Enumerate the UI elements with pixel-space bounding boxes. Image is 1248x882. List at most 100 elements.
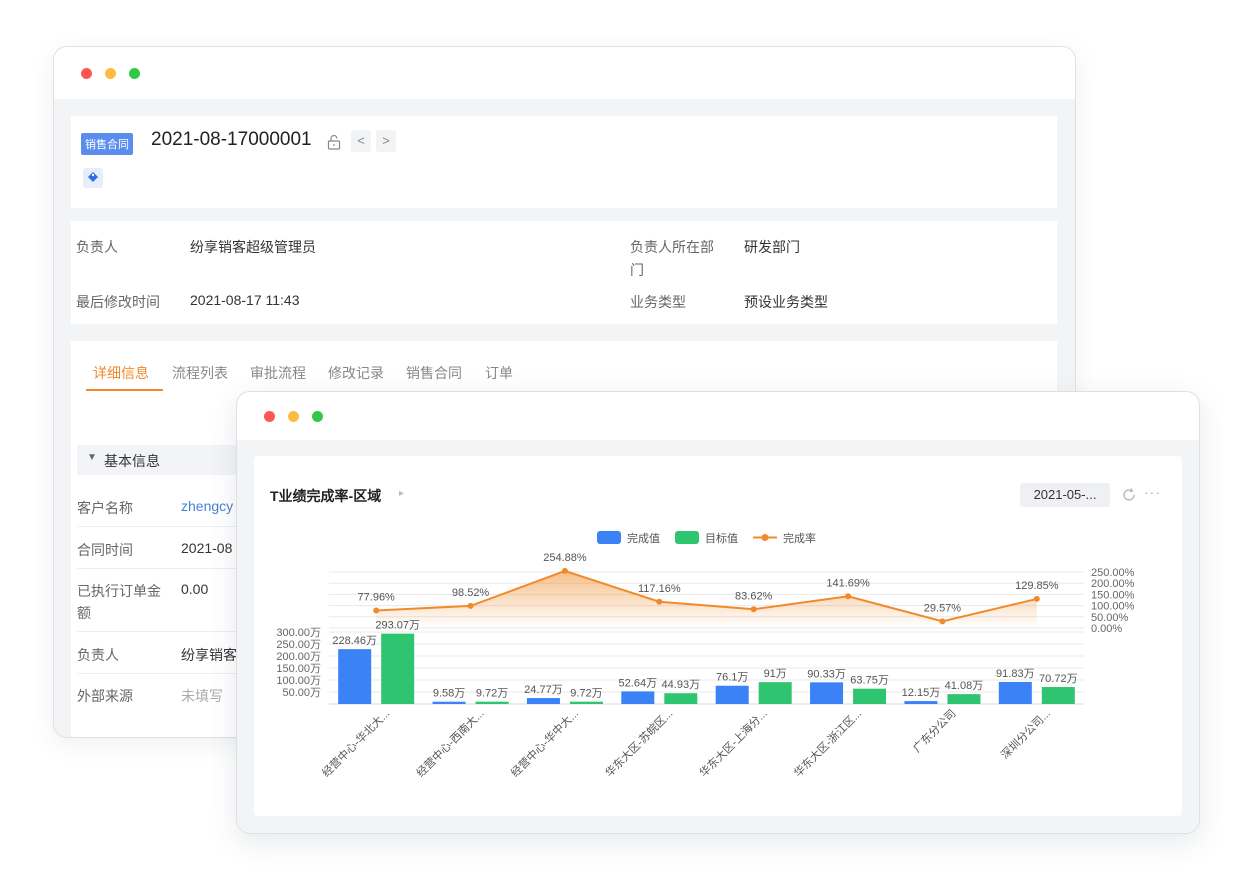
contract-time-value: 2021-08 (181, 540, 233, 556)
y-right-tick-label: 0.00% (1091, 623, 1122, 635)
y-left-tick-label: 100.00万 (276, 675, 321, 687)
prev-record-button[interactable]: < (351, 130, 371, 152)
row-divider (77, 673, 247, 674)
collapse-icon[interactable]: ▼ (87, 452, 97, 463)
rate-data-label: 254.88% (543, 552, 587, 564)
rate-data-label: 77.96% (358, 592, 396, 604)
legend-label: 完成值 (627, 531, 660, 545)
customer-name-label: 客户名称 (77, 500, 133, 516)
y-right-tick-label: 250.00% (1091, 567, 1135, 579)
legend-line-marker (761, 534, 769, 541)
performance-chart: 完成值 目标值 完成率250.00%200.00%150.00%100.00%50.… (276, 531, 1135, 780)
y-right-tick-label: 100.00% (1091, 601, 1135, 613)
y-left-tick-label: 150.00万 (276, 663, 321, 675)
rate-point (750, 606, 757, 613)
tab-detail-info[interactable]: 详细信息 (93, 363, 149, 383)
tab-process-list[interactable]: 流程列表 (172, 363, 228, 383)
next-record-button[interactable]: > (376, 130, 396, 152)
modified-label: 最后修改时间 (76, 294, 160, 310)
tab-orders[interactable]: 订单 (485, 363, 513, 383)
basic-info-section-header[interactable]: ▼ 基本信息 (77, 445, 247, 475)
owner-field-value: 纷享销客 (181, 647, 237, 663)
rate-data-label: 83.62% (735, 590, 773, 602)
active-tab-indicator (86, 389, 163, 391)
legend-label: 完成率 (783, 531, 816, 545)
target-bar (381, 633, 415, 704)
customer-name-link[interactable]: zhengcy (181, 498, 233, 514)
y-left-tick-label: 300.00万 (276, 627, 321, 639)
minimize-window-icon[interactable] (288, 411, 299, 422)
record-type-badge: 销售合同 (81, 133, 133, 155)
actual-bar (621, 691, 655, 704)
target-bar (475, 701, 509, 704)
legend-label: 目标值 (705, 531, 738, 545)
x-tick-label: 深圳分公司... (998, 707, 1053, 762)
actual-bar (526, 698, 560, 704)
section-title: 基本信息 (104, 453, 160, 469)
rate-point (656, 598, 663, 605)
external-source-label: 外部来源 (77, 688, 133, 704)
target-data-label: 9.72万 (476, 688, 508, 700)
rate-data-label: 141.69% (826, 577, 870, 589)
target-data-label: 44.93万 (662, 679, 701, 691)
tab-sales-contract[interactable]: 销售合同 (406, 363, 462, 383)
x-tick-label: 经营中心-华北大... (319, 706, 392, 779)
actual-data-label: 24.77万 (524, 684, 563, 696)
biztype-label: 业务类型 (630, 294, 686, 310)
legend-swatch (597, 531, 621, 544)
close-window-icon[interactable] (264, 411, 275, 422)
row-divider (77, 568, 247, 569)
y-left-tick-label: 50.00万 (282, 687, 321, 699)
close-window-icon[interactable] (81, 68, 92, 79)
dept-value: 研发部门 (744, 239, 800, 255)
rate-data-label: 117.16% (638, 583, 681, 595)
maximize-window-icon[interactable] (129, 68, 140, 79)
rate-point (845, 593, 852, 600)
owner-field-label: 负责人 (77, 647, 119, 663)
rate-data-label: 29.57% (924, 602, 962, 614)
lock-icon[interactable] (326, 133, 342, 151)
x-tick-label: 华东大区-苏皖区... (602, 706, 675, 779)
x-tick-label: 经营中心-华中大... (508, 706, 581, 779)
x-tick-label: 经营中心-西南大... (413, 706, 486, 779)
dept-label: 负责人所在部 (630, 239, 714, 255)
chart-window: T业绩完成率-区域 ▸ 2021-05-... ··· 完成值 目标值 完成率 250… (236, 391, 1200, 834)
rate-data-label: 129.85% (1015, 580, 1059, 592)
minimize-window-icon[interactable] (105, 68, 116, 79)
tag-icon[interactable] (83, 168, 103, 188)
x-tick-label: 华东大区-浙江区... (791, 706, 864, 779)
rate-point (939, 618, 946, 625)
x-tick-label: 华东大区-上海分... (696, 706, 769, 779)
actual-bar (338, 649, 372, 704)
target-bar (758, 682, 792, 704)
row-divider (77, 526, 247, 527)
y-right-tick-label: 150.00% (1091, 589, 1135, 601)
tab-change-log[interactable]: 修改记录 (328, 363, 384, 383)
target-data-label: 70.72万 (1039, 673, 1078, 685)
rate-data-label: 98.52% (452, 587, 490, 599)
y-right-tick-label: 200.00% (1091, 578, 1135, 590)
actual-bar (998, 681, 1032, 704)
rate-point (1033, 595, 1040, 602)
target-data-label: 63.75万 (850, 675, 889, 687)
record-number: 2021-08-17000001 (151, 129, 312, 150)
target-bar (569, 701, 603, 704)
summary-info: 负责人 纷享销客超级管理员 负责人所在部 门 研发部门 最后修改时间 2021-… (71, 221, 1057, 324)
owner-value: 纷享销客超级管理员 (190, 239, 316, 255)
executed-amount-label-wrap: 额 (77, 605, 91, 621)
actual-bar (810, 682, 844, 704)
maximize-window-icon[interactable] (312, 411, 323, 422)
contract-time-label: 合同时间 (77, 542, 133, 558)
target-data-label: 41.08万 (945, 680, 984, 692)
actual-data-label: 9.58万 (433, 688, 465, 700)
actual-data-label: 52.64万 (619, 677, 658, 689)
y-right-tick-label: 50.00% (1091, 612, 1129, 624)
rate-point (467, 602, 474, 609)
executed-amount-label: 已执行订单金 (77, 583, 161, 599)
actual-bar (715, 685, 749, 704)
target-data-label: 91万 (764, 668, 787, 680)
y-left-tick-label: 250.00万 (276, 639, 321, 651)
actual-data-label: 91.83万 (996, 668, 1035, 680)
row-divider (77, 631, 247, 632)
tab-approval-flow[interactable]: 审批流程 (250, 363, 306, 383)
